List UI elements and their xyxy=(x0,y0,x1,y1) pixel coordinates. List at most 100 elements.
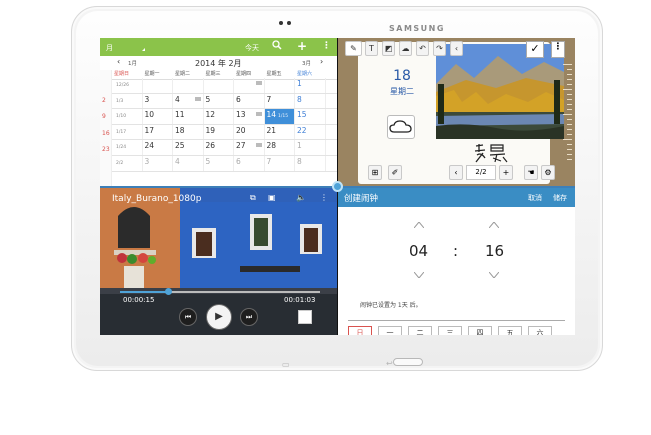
calendar-day-cell[interactable]: 28 xyxy=(265,140,295,155)
calendar-day-cell[interactable] xyxy=(234,78,265,93)
minute-down-icon[interactable] xyxy=(489,272,499,278)
save-button[interactable]: 储存 xyxy=(553,193,567,203)
calendar-day-cell[interactable] xyxy=(173,78,204,93)
repeat-day-toggle[interactable]: 三 xyxy=(438,326,462,335)
calendar-day-cell[interactable]: 5 xyxy=(204,93,234,109)
chevron-left-icon[interactable]: ‹ xyxy=(117,57,120,66)
day-number: 21 xyxy=(266,125,277,135)
ruler-tick xyxy=(567,129,572,130)
calendar-day-cell[interactable]: 26 xyxy=(204,140,234,155)
calendar-day-cell[interactable]: 20 xyxy=(234,124,265,140)
calendar-day-cell[interactable]: 1/10 xyxy=(112,109,143,124)
eraser-icon[interactable]: ◩ xyxy=(382,41,395,56)
back-key-icon[interactable]: ↩ xyxy=(386,359,393,368)
today-button[interactable]: 今天 xyxy=(245,43,259,53)
lunar-date: 1/10 xyxy=(116,114,127,120)
lasso-icon[interactable]: ☁ xyxy=(399,41,412,56)
overflow-icon[interactable]: ⋮ xyxy=(322,41,331,51)
calendar-day-cell[interactable]: 25 xyxy=(173,140,204,155)
calendar-day-cell[interactable]: 8 xyxy=(295,93,326,109)
text-icon[interactable]: T xyxy=(365,41,378,56)
play-button[interactable]: ▶ xyxy=(206,304,232,330)
rewind-button[interactable]: ⏮ xyxy=(179,308,197,326)
calendar-day-cell[interactable]: 11 xyxy=(173,109,204,124)
menu-key-icon[interactable]: ▭ xyxy=(282,360,290,369)
date-weekday: 星期二 xyxy=(390,87,414,96)
calendar-day-cell[interactable] xyxy=(265,78,295,93)
subtitle-icon[interactable]: ▣ xyxy=(268,193,276,202)
prev-month-label[interactable]: 1月 xyxy=(128,59,137,67)
repeat-day-toggle[interactable]: 六 xyxy=(528,326,552,335)
repeat-day-toggle[interactable]: 二 xyxy=(408,326,432,335)
calendar-day-cell[interactable]: 6 xyxy=(234,93,265,109)
calendar-day-cell[interactable]: 3 xyxy=(143,155,173,171)
calendar-day-cell[interactable]: 24 xyxy=(143,140,173,155)
repeat-day-toggle[interactable]: 五 xyxy=(498,326,522,335)
calendar-day-cell[interactable]: 21 xyxy=(265,124,295,140)
pen-icon[interactable]: ✎ xyxy=(345,41,362,56)
calendar-day-cell[interactable]: 1 xyxy=(295,78,326,93)
calendar-day-cell[interactable]: 1 xyxy=(295,140,326,155)
calendar-day-cell[interactable]: 17 xyxy=(143,124,173,140)
calendar-day-cell[interactable]: 4 xyxy=(173,155,204,171)
calendar-day-cell[interactable] xyxy=(204,78,234,93)
overflow-icon[interactable]: ⋮ xyxy=(551,41,565,58)
chevron-right-icon[interactable]: › xyxy=(320,57,323,66)
calendar-day-cell[interactable]: 1/17 xyxy=(112,124,143,140)
hand-icon[interactable]: ☚ xyxy=(524,165,538,180)
calendar-day-cell[interactable]: 18 xyxy=(173,124,204,140)
repeat-day-toggle[interactable]: 四 xyxy=(468,326,492,335)
calendar-day-cell[interactable]: 13 xyxy=(234,109,265,124)
calendar-day-cell[interactable]: 7 xyxy=(265,155,295,171)
calendar-day-cell[interactable]: 7 xyxy=(265,93,295,109)
minute-up-icon[interactable] xyxy=(489,222,499,228)
next-month-label[interactable]: 3月 xyxy=(302,59,311,67)
cancel-button[interactable]: 取消 xyxy=(528,193,542,203)
calendar-day-cell[interactable]: 14 1/15 xyxy=(264,109,295,124)
calendar-day-cell[interactable]: 10 xyxy=(143,109,173,124)
repeat-day-toggle[interactable]: 一 xyxy=(378,326,402,335)
insert-icon[interactable]: ⊞ xyxy=(368,165,382,180)
calendar-day-cell[interactable]: 12/26 xyxy=(112,78,143,93)
gear-icon[interactable]: ⚙ xyxy=(541,165,555,180)
volume-icon[interactable]: 🔈 xyxy=(296,193,306,202)
calendar-day-cell[interactable]: 15 xyxy=(295,109,326,124)
add-page-icon[interactable]: + xyxy=(499,165,513,180)
search-icon[interactable] xyxy=(272,40,282,53)
view-selector[interactable]: 月 xyxy=(106,43,113,53)
calendar-day-cell[interactable]: 12 xyxy=(204,109,234,124)
calendar-day-cell[interactable]: 3 xyxy=(143,93,173,109)
calendar-day-cell[interactable]: 1/3 xyxy=(112,93,143,109)
plus-icon[interactable]: + xyxy=(297,39,307,53)
fullscreen-icon[interactable] xyxy=(298,310,312,324)
repeat-day-toggle[interactable]: 日 xyxy=(348,326,372,335)
calendar-day-cell[interactable] xyxy=(143,78,173,93)
overflow-icon[interactable]: ⋮ xyxy=(320,193,328,202)
split-handle[interactable] xyxy=(332,181,343,192)
edit-icon[interactable]: ✐ xyxy=(388,165,402,180)
calendar-day-cell[interactable]: 1/24 xyxy=(112,140,143,155)
calendar-day-cell[interactable]: 4 xyxy=(173,93,204,109)
fast-forward-button[interactable]: ⏭ xyxy=(240,308,258,326)
chevron-left-icon[interactable]: ‹ xyxy=(449,165,463,180)
hour-down-icon[interactable] xyxy=(414,272,424,278)
redo-icon[interactable]: ↷ xyxy=(433,41,446,56)
calendar-day-cell[interactable]: 19 xyxy=(204,124,234,140)
popup-play-icon[interactable]: ⧉ xyxy=(250,193,256,203)
undo-icon[interactable]: ↶ xyxy=(416,41,429,56)
hour-up-icon[interactable] xyxy=(414,222,424,228)
hour-value[interactable]: 04 xyxy=(409,242,428,260)
minute-value[interactable]: 16 xyxy=(485,242,504,260)
scroll-ruler[interactable] xyxy=(560,64,572,164)
calendar-day-cell[interactable]: 6 xyxy=(234,155,265,171)
calendar-day-cell[interactable]: 5 xyxy=(204,155,234,171)
seek-bar[interactable] xyxy=(120,288,320,295)
calendar-day-cell[interactable]: 27 xyxy=(234,140,265,155)
chevron-left-icon[interactable]: ‹ xyxy=(450,41,463,56)
calendar-day-cell[interactable]: 22 xyxy=(295,124,326,140)
seek-handle[interactable] xyxy=(165,288,172,295)
check-icon[interactable]: ✓ xyxy=(526,41,544,58)
calendar-day-cell[interactable]: 8 xyxy=(295,155,326,171)
calendar-day-cell[interactable]: 2/2 xyxy=(112,155,143,171)
home-button[interactable] xyxy=(393,358,423,366)
